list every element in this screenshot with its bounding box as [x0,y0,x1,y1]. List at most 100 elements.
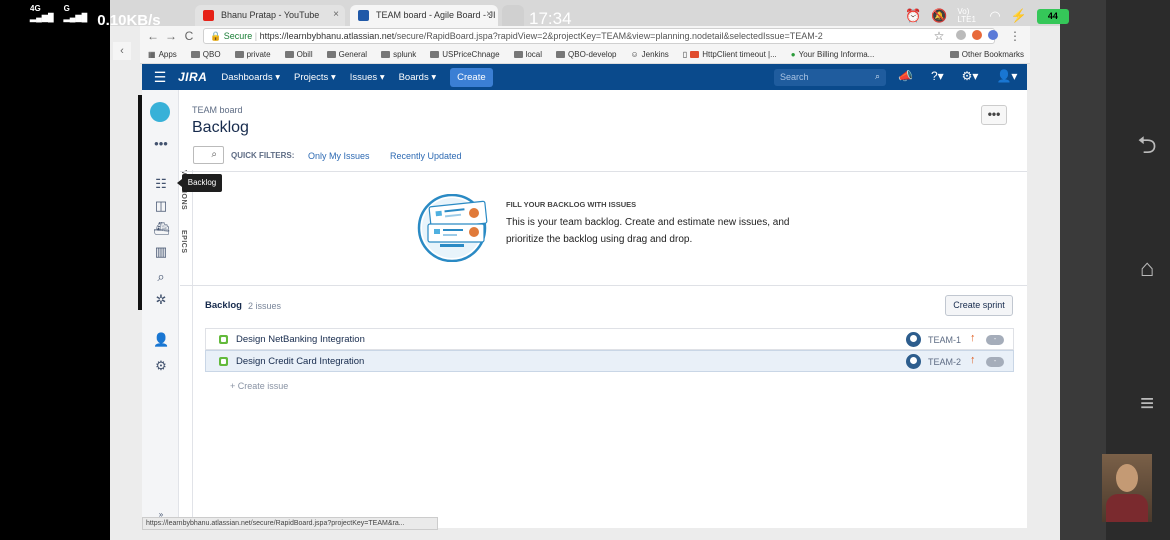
priority-high-icon: ↑ [970,354,976,366]
releases-icon[interactable]: ⛴ [153,221,170,237]
backlog-icon[interactable]: ☷ [153,176,169,192]
backlog-search-input[interactable]: ⌕ [193,146,224,164]
create-issue-link[interactable]: + Create issue [230,381,288,391]
forward-button[interactable]: → [162,29,180,43]
bookmarks-bar: ▦ Apps QBO private Obill General splunk U… [140,46,1030,64]
issue-summary: Design Credit Card Integration [236,356,365,367]
quick-filters-label: QUICK FILTERS: [231,151,295,160]
issue-row-selected[interactable]: Design Credit Card Integration TEAM-2 ↑ … [205,350,1014,372]
board-icon[interactable]: ◫ [153,198,169,214]
folder-icon [556,51,566,58]
reports-icon[interactable]: ▥ [153,244,169,260]
folder-icon [690,51,700,58]
nav-projects[interactable]: Projects ▾ [294,72,336,83]
menu-nav-icon[interactable]: ≡ [1130,390,1164,418]
close-tab-icon[interactable]: × [333,9,339,20]
empty-state-heading: FILL YOUR BACKLOG WITH ISSUES [506,200,637,209]
jira-header: ☰ JIRA Dashboards ▾ Projects ▾ Issues ▾ … [142,64,1027,90]
create-button[interactable]: Create [450,67,493,87]
divider [180,285,1027,286]
folder-icon [949,51,959,58]
tab-team-board[interactable]: TEAM board - Agile Board - JI × [350,5,498,26]
home-nav-icon[interactable]: ⌂ [1130,255,1164,283]
bookmark-apps[interactable]: ▦ Apps [148,50,177,59]
bookmark-item[interactable]: ☺ Jenkins [631,50,669,59]
url-field[interactable]: 🔒 Secure | https://learnbybhanu.atlassia… [203,28,995,44]
side-tabs: VERSIONS EPICS [179,170,193,528]
story-icon [219,357,228,366]
bookmark-item[interactable]: ● Your Billing Informa... [791,50,875,59]
tab-youtube[interactable]: Bhanu Pratap - YouTube × [195,5,345,26]
empty-state-text: This is your team backlog. Create and es… [506,217,790,245]
billing-icon: ● [790,50,796,59]
help-icon[interactable]: ?▾ [931,69,944,83]
filter-only-my-issues[interactable]: Only My Issues [308,151,370,161]
extension-icon[interactable] [988,30,998,40]
board-name: TEAM board [192,105,243,115]
browser-menu-icon[interactable]: ⋮ [1006,29,1024,43]
components-icon[interactable]: ✲ [153,292,169,308]
jira-favicon-icon [358,10,369,21]
tab-epics[interactable]: EPICS [180,230,187,254]
project-avatar-icon[interactable] [150,102,170,122]
reload-button[interactable]: C [180,29,198,43]
bookmark-item[interactable]: QBO-develop [556,50,617,59]
bookmark-item[interactable]: QBO [190,50,221,59]
user-avatar-icon[interactable]: 👤▾ [996,69,1017,83]
bookmark-item[interactable]: USPriceChnage [430,50,500,59]
megaphone-icon[interactable]: 📣 [898,69,913,83]
backlog-section-title: Backlog [205,300,242,311]
bookmark-item[interactable]: local [513,50,542,59]
close-tab-icon[interactable]: × [486,9,492,20]
add-people-icon[interactable]: 👤 [153,332,169,348]
divider [180,171,1027,172]
folder-icon [430,51,440,58]
backlog-tooltip: Backlog [177,174,222,192]
issues-icon[interactable]: ⌕ [153,269,169,285]
backlog-issue-count: 2 issues [248,301,282,311]
bookmark-item[interactable]: ▯ HttpClient timeout |... [683,50,777,59]
bookmark-star-icon[interactable]: ☆ [930,29,948,43]
back-nav-icon[interactable]: ⮌ [1130,128,1164,169]
create-sprint-button[interactable]: Create sprint [945,295,1013,316]
issue-summary: Design NetBanking Integration [236,334,365,345]
more-actions-button[interactable]: ••• [981,105,1007,125]
youtube-icon [203,10,214,21]
more-icon[interactable]: ••• [153,136,169,151]
app-switcher-icon[interactable]: ☰ [142,69,178,86]
issue-key[interactable]: TEAM-2 [928,357,961,367]
project-sidebar: ••• ☷ ◫ ⛴ ▥ ⌕ ✲ 👤 ⚙ » [138,90,179,528]
nav-dashboards[interactable]: Dashboards ▾ [221,72,280,83]
extension-icon[interactable] [972,30,982,40]
screen-back-icon[interactable]: ‹ [113,42,131,60]
filter-recently-updated[interactable]: Recently Updated [390,151,462,161]
search-input[interactable]: Search ⌕ [774,69,886,86]
settings-icon[interactable]: ⚙ [153,358,169,374]
bookmark-item[interactable]: Obill [284,50,313,59]
back-button[interactable]: ← [144,29,162,43]
folder-icon [190,51,200,58]
folder-icon [513,51,523,58]
nav-boards[interactable]: Boards ▾ [399,72,437,83]
issue-row[interactable]: Design NetBanking Integration TEAM-1 ↑ - [205,328,1014,350]
backlog-illustration [417,194,488,262]
extension-icon[interactable] [956,30,966,40]
folder-icon [381,51,391,58]
other-bookmarks[interactable]: Other Bookmarks [949,50,1024,59]
jenkins-icon: ☺ [630,50,639,59]
folder-icon [326,51,336,58]
folder-icon [234,51,244,58]
apps-icon: ▦ [148,50,156,59]
page-title: Backlog [192,119,249,136]
new-tab-button[interactable] [502,5,524,26]
webcam-overlay [1102,454,1152,522]
jira-logo[interactable]: JIRA [178,70,207,84]
gear-icon[interactable]: ⚙▾ [962,69,979,83]
bookmark-item[interactable]: splunk [381,50,416,59]
bookmark-item[interactable]: General [326,50,367,59]
nav-issues[interactable]: Issues ▾ [350,72,385,83]
bookmark-item[interactable]: private [234,50,271,59]
issue-key[interactable]: TEAM-1 [928,335,961,345]
estimate-badge: - [986,335,1004,345]
assignee-avatar-icon [906,354,921,369]
